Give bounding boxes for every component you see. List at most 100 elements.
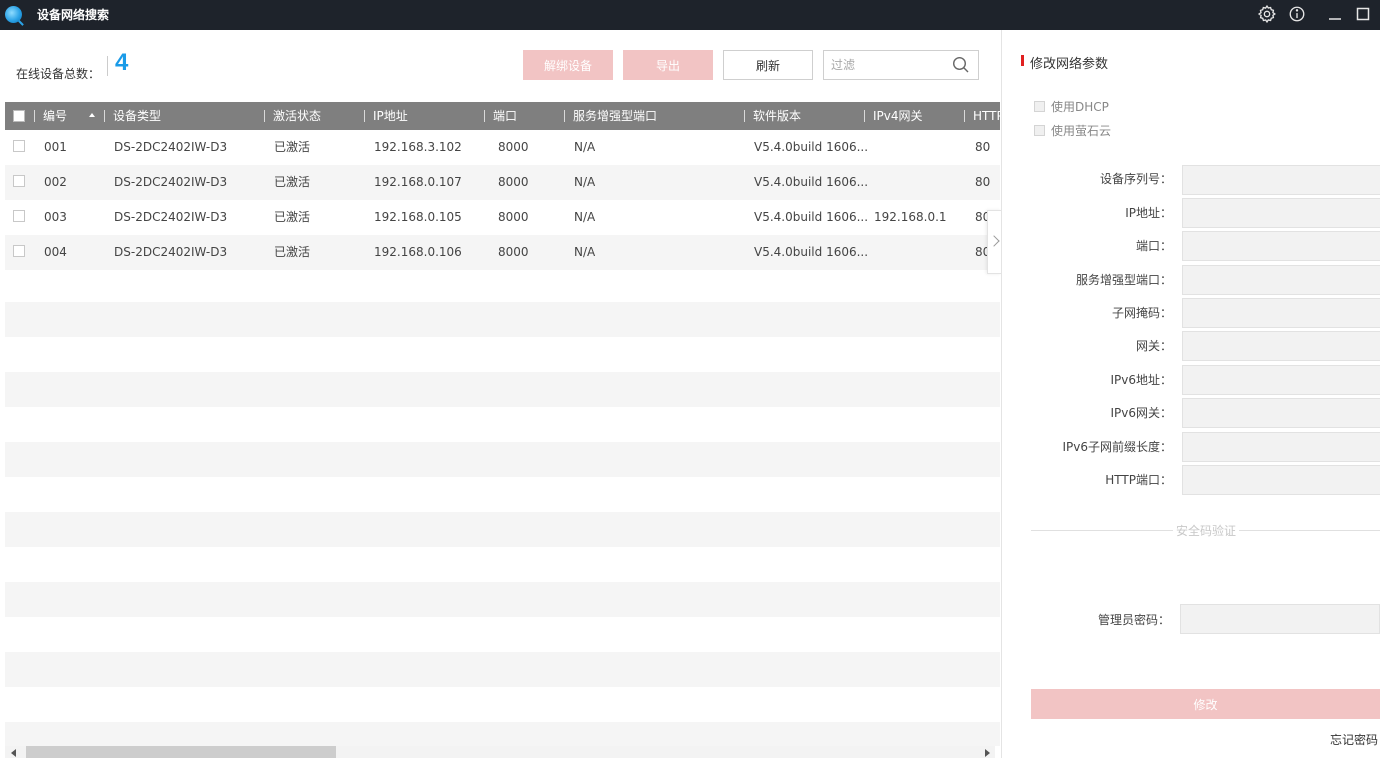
- cell-id: 004: [44, 245, 67, 259]
- cell-port: 8000: [498, 210, 529, 224]
- ipv6-prefix-field[interactable]: [1182, 432, 1380, 462]
- empty-row: [5, 722, 1000, 746]
- cell-id: 001: [44, 140, 67, 154]
- device-list-area: 在线设备总数： 4 解绑设备 导出 刷新 编号 设备类型 激活状态 IP地址 端…: [0, 30, 1000, 758]
- cell-status: 已激活: [274, 245, 311, 259]
- use-dhcp-checkbox[interactable]: 使用DHCP: [1034, 98, 1109, 115]
- cell-id: 002: [44, 175, 67, 189]
- search-globe-icon: [5, 6, 22, 23]
- column-header-enhanced-port[interactable]: 服务增强型端口: [573, 102, 657, 130]
- column-header-id[interactable]: 编号: [43, 102, 67, 130]
- table-row[interactable]: 001 DS-2DC2402IW-D3 已激活 192.168.3.102 80…: [5, 130, 1000, 165]
- table-row[interactable]: 002 DS-2DC2402IW-D3 已激活 192.168.0.107 80…: [5, 165, 1000, 200]
- filter-input[interactable]: [824, 51, 949, 79]
- ip-field[interactable]: [1182, 198, 1380, 228]
- subnet-field[interactable]: [1182, 298, 1380, 328]
- use-ezviz-checkbox[interactable]: 使用萤石云: [1034, 122, 1111, 139]
- cell-version: V5.4.0build 1606...: [754, 140, 869, 154]
- scroll-right-icon[interactable]: [985, 749, 990, 757]
- unbind-device-button[interactable]: 解绑设备: [523, 50, 613, 80]
- cell-status: 已激活: [274, 140, 311, 154]
- divider: [1031, 530, 1173, 531]
- security-section-title: 安全码验证: [1175, 524, 1236, 538]
- http-port-field[interactable]: [1182, 465, 1380, 495]
- refresh-button[interactable]: 刷新: [723, 50, 813, 80]
- column-divider: [104, 110, 105, 122]
- gear-icon[interactable]: [1256, 3, 1278, 25]
- column-header-http[interactable]: HTTP: [973, 102, 1000, 130]
- scroll-left-icon[interactable]: [11, 749, 16, 757]
- enhanced-port-field[interactable]: [1182, 265, 1380, 295]
- cell-type: DS-2DC2402IW-D3: [114, 140, 228, 154]
- http-port-label: HTTP端口：: [1105, 473, 1172, 487]
- cell-ip: 192.168.3.102: [374, 140, 462, 154]
- column-header-port[interactable]: 端口: [493, 102, 517, 130]
- column-divider: [264, 110, 265, 122]
- cell-ip: 192.168.0.107: [374, 175, 462, 189]
- cell-http: 80: [975, 175, 991, 189]
- row-checkbox[interactable]: [13, 175, 25, 187]
- ip-label: IP地址：: [1125, 206, 1172, 220]
- admin-password-field[interactable]: [1180, 604, 1380, 634]
- column-header-type[interactable]: 设备类型: [113, 102, 161, 130]
- column-header-status[interactable]: 激活状态: [273, 102, 321, 130]
- column-header-gateway[interactable]: IPv4网关: [873, 102, 923, 130]
- subnet-label: 子网掩码：: [1111, 306, 1172, 320]
- empty-row: [5, 512, 1000, 547]
- ipv6-field[interactable]: [1182, 365, 1380, 395]
- collapse-panel-button[interactable]: [987, 210, 1001, 274]
- cell-id: 003: [44, 210, 67, 224]
- online-count-label: 在线设备总数：: [16, 67, 101, 81]
- select-all-checkbox[interactable]: [13, 110, 25, 122]
- column-divider: [744, 110, 745, 122]
- table-header: 编号 设备类型 激活状态 IP地址 端口 服务增强型端口 软件版本 IPv4网关…: [5, 102, 1000, 130]
- search-icon[interactable]: [952, 56, 970, 74]
- empty-row: [5, 652, 1000, 687]
- count-divider: [107, 56, 108, 76]
- window-title: 设备网络搜索: [37, 8, 110, 22]
- table-row[interactable]: 003 DS-2DC2402IW-D3 已激活 192.168.0.105 80…: [5, 200, 1000, 235]
- sort-ascending-icon[interactable]: [89, 113, 95, 117]
- modify-button[interactable]: 修改: [1031, 689, 1380, 719]
- port-field[interactable]: [1182, 231, 1380, 261]
- checkbox-box[interactable]: [1034, 101, 1045, 112]
- row-checkbox[interactable]: [13, 140, 25, 152]
- cell-port: 8000: [498, 140, 529, 154]
- horizontal-scrollbar[interactable]: [5, 746, 995, 758]
- forgot-password-link[interactable]: 忘记密码: [1330, 731, 1378, 748]
- column-header-version[interactable]: 软件版本: [753, 102, 801, 130]
- export-button[interactable]: 导出: [623, 50, 713, 80]
- cell-port: 8000: [498, 175, 529, 189]
- ipv6-gateway-field[interactable]: [1182, 398, 1380, 428]
- network-params-panel: 修改网络参数 使用DHCP 使用萤石云 设备序列号： IP地址： 端口： 服务增…: [1001, 30, 1380, 758]
- empty-row: [5, 442, 1000, 477]
- cell-enhanced-port: N/A: [574, 140, 596, 154]
- cell-enhanced-port: N/A: [574, 245, 596, 259]
- maximize-icon[interactable]: [1352, 3, 1374, 25]
- row-checkbox[interactable]: [13, 210, 25, 222]
- column-divider: [34, 110, 35, 122]
- column-divider: [864, 110, 865, 122]
- info-icon[interactable]: [1286, 3, 1308, 25]
- ipv6-gateway-label: IPv6网关：: [1110, 406, 1172, 420]
- filter-box: [823, 50, 979, 80]
- panel-title: 修改网络参数: [1030, 57, 1109, 72]
- cell-enhanced-port: N/A: [574, 210, 596, 224]
- serial-label: 设备序列号：: [1099, 172, 1172, 186]
- minimize-icon[interactable]: [1324, 3, 1346, 25]
- cell-status: 已激活: [274, 210, 311, 224]
- column-divider: [364, 110, 365, 122]
- serial-field[interactable]: [1182, 165, 1380, 195]
- cell-ip: 192.168.0.105: [374, 210, 462, 224]
- row-checkbox[interactable]: [13, 245, 25, 257]
- gateway-field[interactable]: [1182, 331, 1380, 361]
- cell-version: V5.4.0build 1606...: [754, 175, 869, 189]
- empty-row: [5, 582, 1000, 617]
- column-header-ip[interactable]: IP地址: [373, 102, 408, 130]
- cell-type: DS-2DC2402IW-D3: [114, 175, 228, 189]
- checkbox-box[interactable]: [1034, 125, 1045, 136]
- cell-port: 8000: [498, 245, 529, 259]
- scrollbar-thumb[interactable]: [26, 746, 336, 758]
- cell-enhanced-port: N/A: [574, 175, 596, 189]
- table-row[interactable]: 004 DS-2DC2402IW-D3 已激活 192.168.0.106 80…: [5, 235, 1000, 270]
